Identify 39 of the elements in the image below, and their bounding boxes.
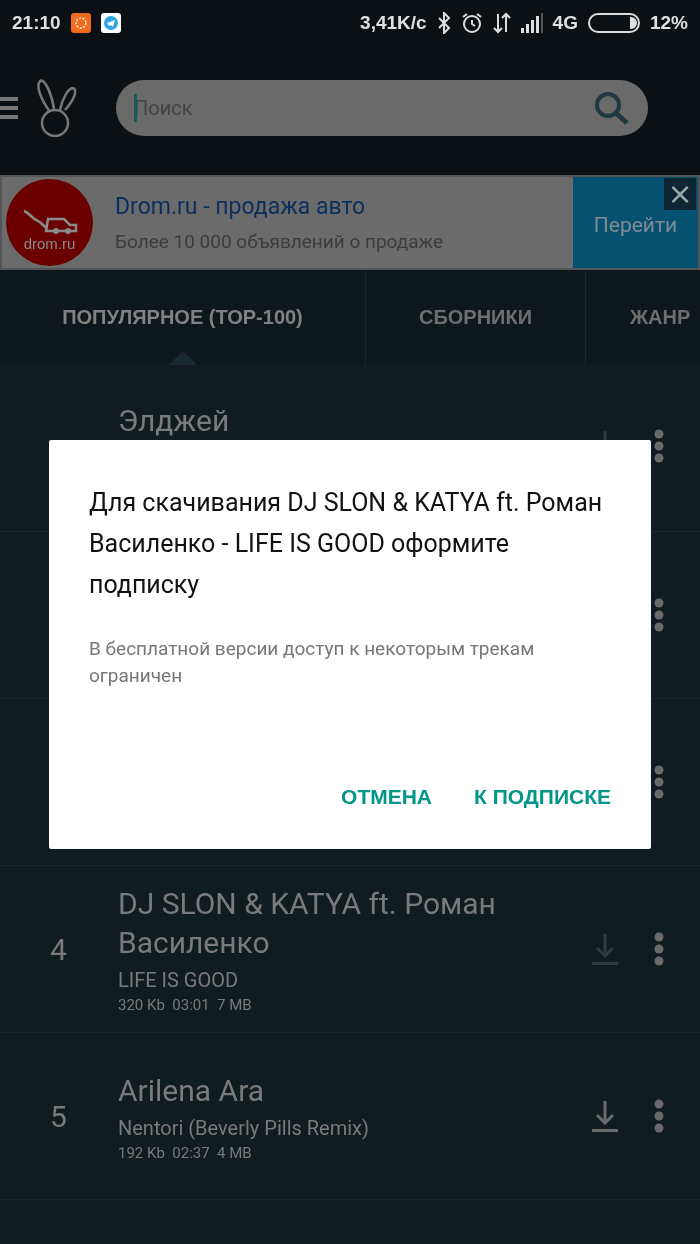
ad-title[interactable]: Drom.ru - продажа авто: [115, 192, 573, 220]
battery-icon: [587, 12, 640, 33]
network-type: 4G: [552, 11, 578, 34]
signal-icon: [520, 12, 543, 33]
bluetooth-icon: [436, 11, 451, 34]
track-artist: Arilena Ara: [118, 1071, 266, 1110]
paper-plane-app-icon: [100, 12, 121, 33]
logo-text: drom.ru: [23, 235, 76, 252]
dialog-button[interactable]: ОТМЕНА: [335, 781, 439, 813]
close-button[interactable]: ×: [664, 178, 696, 210]
track-title: LIFE IS GOOD: [118, 968, 240, 992]
dialog-button[interactable]: К ПОДПИСКЕ: [468, 781, 617, 813]
track-number: 5: [49, 1098, 68, 1134]
track-artist: DJ SLON & KATYA ft. Роман Василенко: [118, 885, 497, 962]
tab[interactable]: СБОРНИКИ: [365, 270, 585, 365]
track-info: 320 Kb 03:01 7 MB: [118, 996, 253, 1014]
dialog-title: Для скачивания DJ SLON & KATYA ft. Роман Василенко - LIFE IS GOOD оформите подписку: [89, 487, 604, 601]
tab[interactable]: ПОПУЛЯРНОЕ (ТОР-100): [0, 270, 365, 365]
more-icon[interactable]: [654, 598, 664, 632]
data-arrows-icon: [492, 11, 511, 34]
text-cursor: [134, 93, 137, 122]
dialog-message: В бесплатной версии доступ к некоторым трекам ограничен: [89, 636, 536, 689]
more-icon[interactable]: [654, 765, 664, 799]
more-icon[interactable]: [654, 932, 664, 966]
battery-percent: 12%: [649, 11, 688, 34]
tab[interactable]: ЖАНР: [585, 270, 700, 365]
camera-app-icon: [70, 12, 91, 33]
search-icon: [594, 90, 630, 125]
track-number: 4: [49, 931, 68, 967]
network-speed: 3,41K/с: [360, 11, 427, 34]
menu-icon[interactable]: [0, 94, 18, 121]
more-icon[interactable]: [654, 1099, 664, 1133]
track-artist: Элджей: [118, 402, 231, 440]
track-title: Nentori (Beverly Pills Remix): [118, 1115, 370, 1140]
track-info: 192 Kb 02:37 4 MB: [118, 1143, 253, 1162]
alarm-clock-icon: [460, 11, 483, 34]
more-icon[interactable]: [654, 429, 664, 463]
download-icon[interactable]: [592, 1099, 618, 1133]
status-time: 21:10: [12, 11, 61, 34]
